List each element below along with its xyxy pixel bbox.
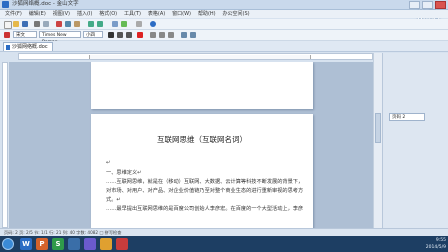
- font-color-icon[interactable]: [137, 32, 143, 38]
- cut-icon[interactable]: [56, 21, 62, 27]
- taskbar: W P S 9:55 2014/5/9: [0, 236, 448, 252]
- title-bar: 沙狐网络概.doc - 金山文字: [0, 0, 448, 10]
- start-button[interactable]: [2, 238, 14, 250]
- document-title[interactable]: 互联网思维（互联网名词）: [91, 134, 313, 145]
- paste-icon[interactable]: [74, 21, 80, 27]
- document-icon: [6, 45, 10, 50]
- menu-help[interactable]: 帮助(H): [198, 10, 216, 18]
- menu-view[interactable]: 视图(V): [53, 10, 70, 18]
- style-icon[interactable]: [4, 32, 10, 38]
- text-line[interactable]: ↵: [106, 160, 110, 166]
- menu-format[interactable]: 格式(O): [99, 10, 117, 18]
- menu-office-space[interactable]: 办公空间(S): [223, 10, 250, 18]
- taskbar-spreadsheet-app[interactable]: S: [52, 238, 64, 250]
- taskbar-presentation-app[interactable]: P: [36, 238, 48, 250]
- system-tray[interactable]: 9:55 2014/5/9: [426, 237, 446, 251]
- taskbar-app-4[interactable]: [68, 238, 80, 250]
- scrollbar-thumb[interactable]: [375, 113, 381, 143]
- tab-label: 沙狐网络概.doc: [12, 44, 48, 50]
- menu-window[interactable]: 窗口(W): [172, 10, 191, 18]
- help-icon[interactable]: [150, 21, 156, 27]
- align-left-icon[interactable]: [150, 32, 156, 38]
- menu-tools[interactable]: 工具(T): [124, 10, 141, 18]
- redo-icon[interactable]: [97, 21, 103, 27]
- text-line[interactable]: 对市场、对用户、对产品、对企业价值链乃至对整个商业生态的进行重新审视的思考方: [106, 187, 303, 194]
- app-icon: [2, 1, 9, 8]
- document-workspace: 互联网思维（互联网名词） ↵ 一、思维定义↵ ……互联网思维，就是在（移动）互联…: [9, 62, 373, 228]
- clock-date: 2014/5/9: [425, 245, 446, 250]
- taskbar-writer-app[interactable]: W: [20, 238, 32, 250]
- list-icon[interactable]: [181, 32, 187, 38]
- text-line[interactable]: ……互联网思维，就是在（移动）互联网、大数据、云计算等科技不断发展的背景下，: [106, 178, 303, 185]
- zoom-icon[interactable]: [136, 21, 142, 27]
- underline-icon[interactable]: [126, 32, 132, 38]
- save-icon[interactable]: [22, 21, 28, 27]
- font-size-select[interactable]: 小四: [83, 31, 103, 38]
- page-1[interactable]: [91, 62, 313, 109]
- menu-table[interactable]: 表格(A): [148, 10, 165, 18]
- ruler-text-area: [89, 55, 311, 59]
- font-en-select[interactable]: Times New Roman: [39, 31, 81, 45]
- format-toolbar: 宋文 Times New Roman 小四: [0, 30, 448, 45]
- undo-icon[interactable]: [88, 21, 94, 27]
- italic-icon[interactable]: [117, 32, 123, 38]
- window-title: 沙狐网络概.doc - 金山文字: [12, 1, 79, 7]
- text-line[interactable]: 一、思维定义↵: [106, 169, 141, 176]
- page-2[interactable]: 互联网思维（互联网名词） ↵ 一、思维定义↵ ……互联网思维，就是在（移动）互联…: [91, 114, 313, 228]
- menu-bar: 文件(F) 编辑(E) 视图(V) 插入(I) 格式(O) 工具(T) 表格(A…: [0, 10, 448, 18]
- align-center-icon[interactable]: [159, 32, 165, 38]
- standard-toolbar: [0, 19, 448, 30]
- menu-edit[interactable]: 编辑(E): [29, 10, 46, 18]
- indent-icon[interactable]: [190, 32, 196, 38]
- document-tabs: 沙狐网络概.doc: [0, 41, 448, 52]
- horizontal-ruler[interactable]: [18, 53, 373, 60]
- menu-insert[interactable]: 插入(I): [77, 10, 92, 18]
- vertical-ruler[interactable]: [2, 62, 8, 228]
- copy-icon[interactable]: [65, 21, 71, 27]
- task-pane: 页码 2: [382, 53, 448, 228]
- taskbar-app-6[interactable]: [100, 238, 112, 250]
- status-text: 页码: 2 页: 2/5 节: 1/1 行: 21 列: 40 字数: 4082…: [4, 230, 122, 235]
- new-icon[interactable]: [4, 21, 12, 29]
- taskbar-app-7[interactable]: [116, 238, 128, 250]
- open-icon[interactable]: [13, 21, 19, 27]
- table-icon[interactable]: [112, 21, 118, 27]
- bold-icon[interactable]: [108, 32, 114, 38]
- vertical-scrollbar[interactable]: [373, 53, 382, 228]
- tab-document[interactable]: 沙狐网络概.doc: [3, 42, 53, 51]
- menu-file[interactable]: 文件(F): [5, 10, 22, 18]
- text-line[interactable]: ……最早提出互联网思维的是百度公司创始人李彦宏。在百度的一个大型活动上，李彦: [106, 205, 303, 212]
- text-line[interactable]: 式。↵: [106, 196, 121, 203]
- font-cn-select[interactable]: 宋文: [13, 31, 37, 38]
- clock-time: 9:55: [435, 238, 446, 243]
- image-icon[interactable]: [121, 21, 127, 27]
- preview-icon[interactable]: [43, 21, 49, 27]
- align-right-icon[interactable]: [168, 32, 174, 38]
- print-icon[interactable]: [34, 21, 40, 27]
- taskbar-app-5[interactable]: [84, 238, 96, 250]
- page-indicator[interactable]: 页码 2: [389, 113, 425, 121]
